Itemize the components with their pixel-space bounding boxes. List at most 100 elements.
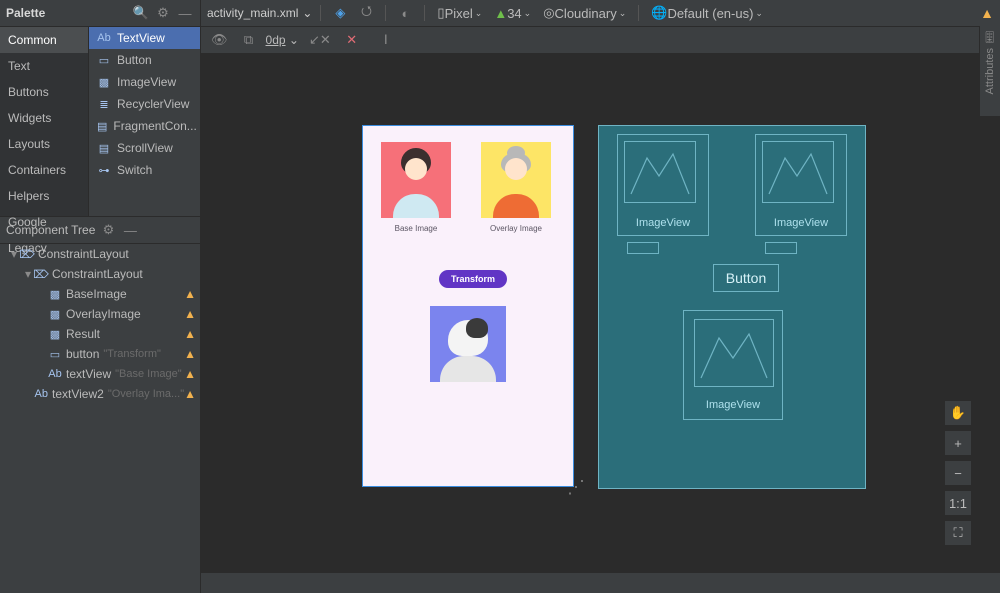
palette-item-label: Button <box>117 53 152 67</box>
base-image-caption: Base Image <box>381 224 451 233</box>
palette-item-imageview[interactable]: ▩ImageView <box>89 71 200 93</box>
surface-toggle-icon[interactable]: ◈ <box>329 3 351 23</box>
tree-row-textview[interactable]: AbtextView"Base Image"▲ <box>0 364 200 384</box>
palette-category-helpers[interactable]: Helpers <box>0 183 88 209</box>
design-surface[interactable]: Base Image Overlay Image Transform ⋰ <box>363 126 573 486</box>
night-mode-icon[interactable]: ◐ <box>394 3 416 23</box>
node-label: ConstraintLayout <box>38 247 129 261</box>
node-label: OverlayImage <box>66 307 141 321</box>
base-image-preview[interactable] <box>381 142 451 218</box>
blueprint-caption2[interactable] <box>765 242 797 254</box>
conversion-icon[interactable]: ↙✕ <box>305 30 335 50</box>
device-dropdown[interactable]: ▯ Pixel⌄ <box>433 3 486 23</box>
palette-category-buttons[interactable]: Buttons <box>0 79 88 105</box>
palette-category-widgets[interactable]: Widgets <box>0 105 88 131</box>
palette-item-label: RecyclerView <box>117 97 189 111</box>
palette-item-switch[interactable]: ⊶Switch <box>89 159 200 181</box>
overlay-image-preview[interactable] <box>481 142 551 218</box>
node-icon: ▭ <box>48 347 62 361</box>
node-icon: Ab <box>35 387 48 401</box>
theme-dropdown[interactable]: ◎ Cloudinary⌄ <box>539 3 630 23</box>
file-name: activity_main.xml <box>207 6 298 20</box>
locale-dropdown[interactable]: 🌐 Default (en-us)⌄ <box>647 3 767 23</box>
tree-row-baseimage[interactable]: ▩BaseImage▲ <box>0 284 200 304</box>
warning-icon[interactable]: ▲ <box>184 307 196 321</box>
gear-icon[interactable]: ⚙ <box>99 221 117 239</box>
file-dropdown[interactable]: activity_main.xml ⌄ <box>207 6 312 20</box>
orientation-icon[interactable]: ⭯ <box>355 3 377 23</box>
palette-item-scrollview[interactable]: ▤ScrollView <box>89 137 200 159</box>
guidelines-icon[interactable]: Ⅰ <box>375 30 397 50</box>
blueprint-surface[interactable]: ImageView ImageView Button ImageView <box>599 126 865 488</box>
attributes-tab[interactable]: 🎚 Attributes <box>979 26 1000 116</box>
transform-button[interactable]: Transform <box>439 270 507 288</box>
palette-category-common[interactable]: Common <box>0 27 88 53</box>
tree-row-overlayimage[interactable]: ▩ OverlayImage ▲ <box>0 304 200 324</box>
tune-icon: 🎚 <box>982 30 997 44</box>
palette-item-textview[interactable]: AbTextView <box>89 27 200 49</box>
search-icon[interactable]: 🔍 <box>132 4 150 22</box>
tree-row-constraintlayout[interactable]: ▾⌦ ConstraintLayout <box>0 244 200 264</box>
palette-category-text[interactable]: Text <box>0 53 88 79</box>
component-tree: ▾⌦ConstraintLayout▾⌦ConstraintLayout▩Bas… <box>0 244 200 404</box>
warning-icon[interactable]: ▲ <box>184 367 196 381</box>
warning-icon[interactable]: ▲ <box>184 327 196 341</box>
pan-icon[interactable]: ✋ <box>944 400 972 426</box>
widget-icon: ▤ <box>97 119 107 133</box>
editor-topbar: activity_main.xml ⌄ ◈ ⭯ ◐ ▯ Pixel⌄ ▲ 34⌄… <box>201 0 1000 27</box>
node-icon: ▩ <box>48 327 62 341</box>
node-label: Result <box>66 327 100 341</box>
chevron-icon: ▾ <box>22 267 34 281</box>
node-icon: ▩ <box>48 287 62 301</box>
warning-icon[interactable]: ▲ <box>184 387 196 401</box>
design-canvas[interactable]: Base Image Overlay Image Transform ⋰ Ima… <box>201 54 1000 572</box>
node-icon: ▩ <box>48 307 62 321</box>
tree-row-result[interactable]: ▩ Result ▲ <box>0 324 200 344</box>
minimize-icon[interactable]: — <box>121 221 139 239</box>
palette-item-label: FragmentCon... <box>113 119 196 133</box>
palette-item-button[interactable]: ▭Button <box>89 49 200 71</box>
gear-icon[interactable]: ⚙ <box>154 4 172 22</box>
blueprint-label: ImageView <box>618 217 708 229</box>
palette-category-layouts[interactable]: Layouts <box>0 131 88 157</box>
palette-item-label: Switch <box>117 163 152 177</box>
zoom-controls: ✋ + − 1:1 ⛶ <box>944 400 972 546</box>
node-icon: ⌦ <box>20 247 34 261</box>
minimize-icon[interactable]: — <box>176 4 194 22</box>
zoom-fit-icon[interactable]: 1:1 <box>944 490 972 516</box>
warning-icon[interactable]: ▲ <box>184 287 196 301</box>
chevron-down-icon: ⌄ <box>302 6 312 20</box>
palette-item-label: ScrollView <box>117 141 173 155</box>
warning-icon[interactable]: ▲ <box>980 5 994 21</box>
design-toolbar: 👁 ⧉ 0dp ⌄ ↙✕ ✕ Ⅰ ? <box>201 27 1000 54</box>
tree-row-constraintlayout[interactable]: ▾⌦ConstraintLayout <box>0 264 200 284</box>
clear-constraints-icon[interactable]: ✕ <box>341 30 363 50</box>
node-label: textView2 <box>52 387 104 401</box>
tree-row-button[interactable]: ▭button"Transform"▲ <box>0 344 200 364</box>
node-hint: "Overlay Ima..." <box>108 388 184 400</box>
tree-row-textview2[interactable]: Ab textView2 "Overlay Ima..."▲ <box>0 384 200 404</box>
component-tree-title: Component Tree <box>6 223 95 237</box>
resize-handle-icon[interactable]: ⋰ <box>567 477 585 498</box>
result-image-preview[interactable] <box>430 306 506 382</box>
magnet-icon[interactable]: ⧉ <box>238 30 260 50</box>
api-dropdown[interactable]: ▲ 34⌄ <box>490 3 535 23</box>
default-margin[interactable]: 0dp ⌄ <box>266 33 299 47</box>
blueprint-button[interactable]: Button <box>713 264 779 292</box>
zoom-out-icon[interactable]: − <box>944 460 972 486</box>
palette-item-fragmentcon...[interactable]: ▤ FragmentCon... <box>89 115 200 137</box>
blueprint-overlay-image[interactable]: ImageView <box>755 134 847 236</box>
blueprint-caption1[interactable] <box>627 242 659 254</box>
zoom-in-icon[interactable]: + <box>944 430 972 456</box>
blueprint-result-image[interactable]: ImageView <box>683 310 783 420</box>
blueprint-base-image[interactable]: ImageView <box>617 134 709 236</box>
overlay-image-caption: Overlay Image <box>481 224 551 233</box>
eye-icon[interactable]: 👁 <box>207 30 232 50</box>
node-label: ConstraintLayout <box>52 267 143 281</box>
palette-category-containers[interactable]: Containers <box>0 157 88 183</box>
palette-item-recyclerview[interactable]: ≣RecyclerView <box>89 93 200 115</box>
warning-icon[interactable]: ▲ <box>184 347 196 361</box>
zoom-reset-icon[interactable]: ⛶ <box>944 520 972 546</box>
blueprint-label: ImageView <box>684 399 782 411</box>
chevron-icon: ▾ <box>8 247 20 261</box>
